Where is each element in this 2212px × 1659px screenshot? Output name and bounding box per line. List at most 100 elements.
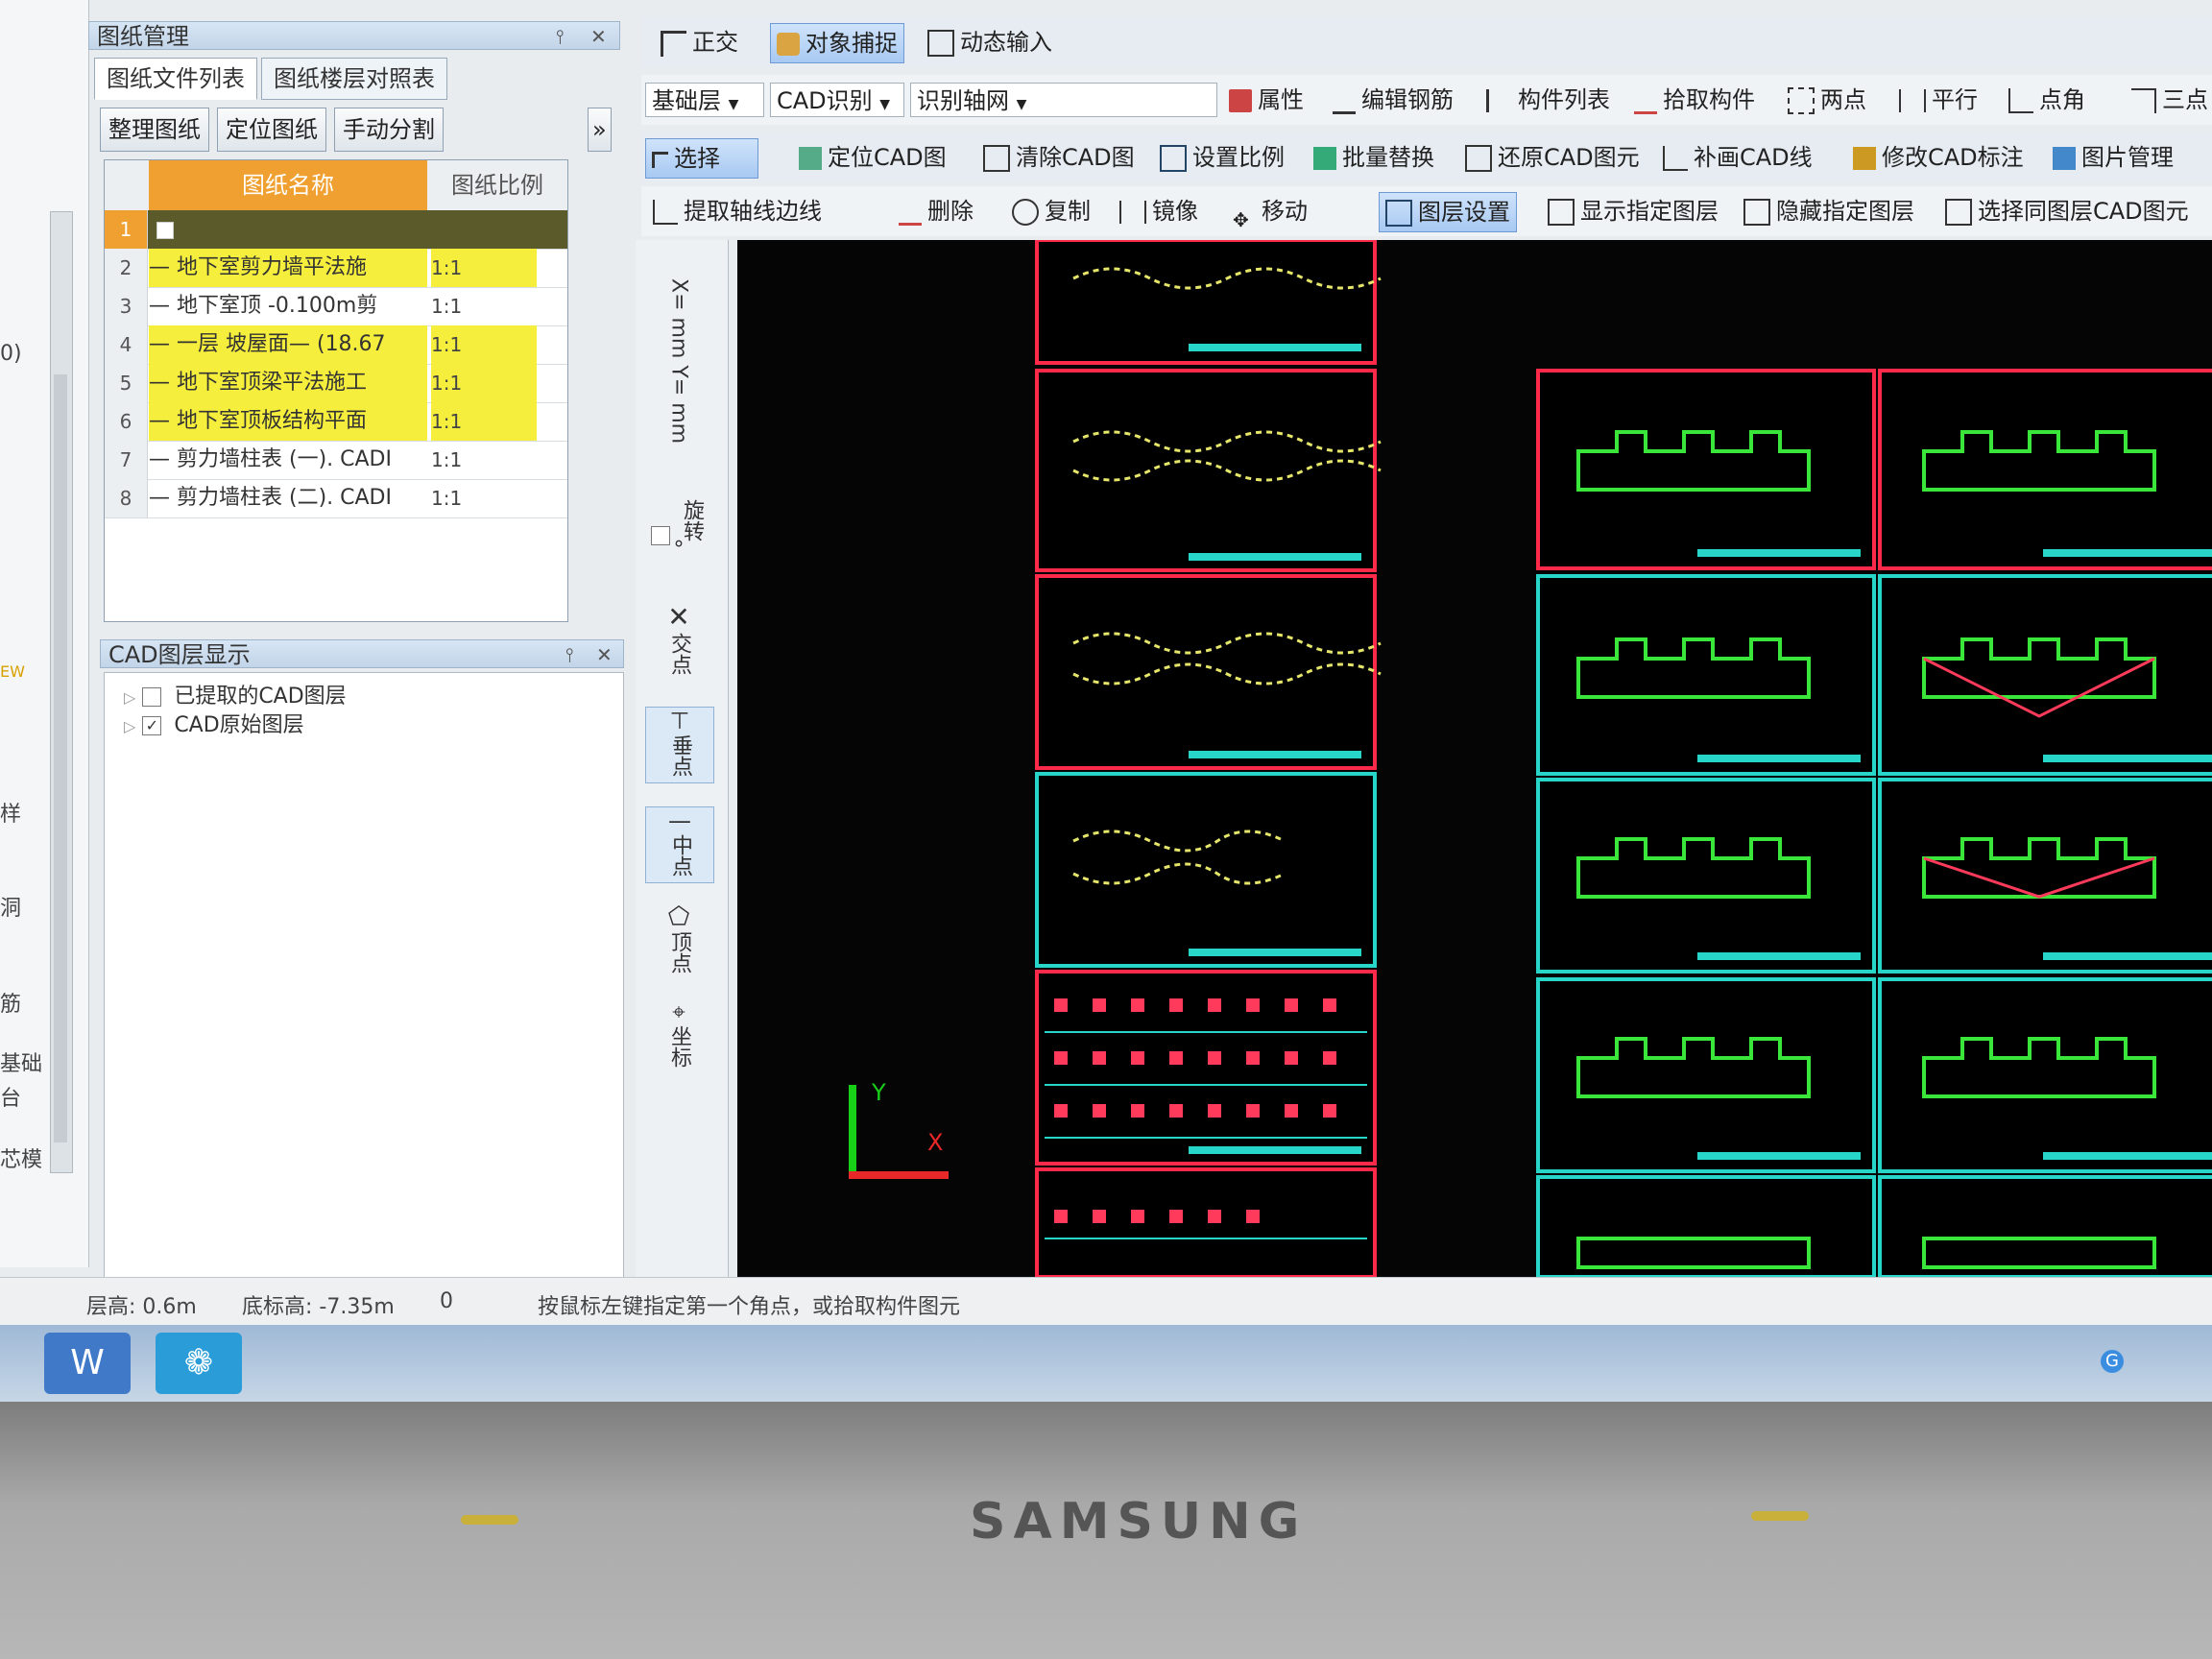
- pin-icon[interactable]: ⫯: [556, 22, 565, 51]
- manual-split-button[interactable]: 手动分割: [334, 108, 444, 152]
- clear-cad-button[interactable]: 清除CAD图: [983, 138, 1135, 177]
- floor-select[interactable]: 基础层 ▼: [645, 83, 764, 117]
- cad-canvas[interactable]: [737, 240, 2212, 1277]
- edit-rebar-label: 编辑钢筋: [1361, 86, 1454, 113]
- set-scale-button[interactable]: 设置比例: [1160, 138, 1285, 177]
- tab-drawing-list[interactable]: 图纸文件列表: [94, 58, 257, 100]
- edge-label[interactable]: 洞: [0, 891, 21, 922]
- checkbox[interactable]: [142, 687, 162, 707]
- locate-drawings-button[interactable]: 定位图纸: [217, 108, 326, 152]
- parallel-button[interactable]: 平行: [1899, 81, 1978, 119]
- dynamic-input-button[interactable]: 动态输入: [927, 23, 1052, 61]
- ortho-button[interactable]: 正交: [661, 23, 738, 61]
- edge-label[interactable]: 基础: [0, 1046, 42, 1077]
- three-point-button[interactable]: 三点: [2131, 81, 2208, 119]
- move-button[interactable]: ✥ 移动: [1233, 192, 1308, 231]
- restore-cad-button[interactable]: 还原CAD图元: [1465, 138, 1640, 177]
- object-snap-label: 对象捕捉: [805, 30, 898, 57]
- type-select[interactable]: 识别轴网 ▼: [910, 83, 1217, 117]
- table-row[interactable]: 2 — 地下室剪力墙平法施 1:1: [105, 249, 567, 288]
- locate-cad-button[interactable]: 定位CAD图: [799, 138, 947, 177]
- collapse-icon[interactable]: [149, 210, 427, 249]
- drawing-ratio[interactable]: 1:1: [431, 364, 537, 402]
- object-snap-button[interactable]: 对象捕捉: [770, 23, 904, 63]
- drawing-ratio[interactable]: 1:1: [431, 402, 537, 441]
- select-button[interactable]: 选择: [645, 138, 758, 179]
- table-row[interactable]: 7 — 剪力墙柱表 (一). CADI 1:1: [105, 441, 567, 480]
- batch-replace-button[interactable]: 批量替换: [1313, 138, 1434, 177]
- expand-icon[interactable]: ▷: [124, 688, 135, 707]
- properties-button[interactable]: 属性: [1229, 81, 1304, 119]
- table-row[interactable]: 8 — 剪力墙柱表 (二). CADI 1:1: [105, 479, 567, 518]
- close-icon[interactable]: ✕: [596, 640, 613, 669]
- draw-cad-line-button[interactable]: 补画CAD线: [1663, 138, 1813, 177]
- layer-item-original[interactable]: ▷ ✓ CAD原始图层: [124, 708, 304, 738]
- extract-axis-button[interactable]: 提取轴线边线: [653, 192, 822, 230]
- drawing-ratio[interactable]: 1:1: [431, 249, 537, 287]
- copy-button[interactable]: 复制: [1012, 192, 1091, 230]
- checkbox-checked[interactable]: ✓: [142, 716, 162, 735]
- left-scrollbar-thumb[interactable]: [54, 374, 67, 1142]
- drawing-ratio[interactable]: 1:1: [431, 441, 537, 479]
- tray-g-icon[interactable]: G: [2101, 1350, 2124, 1373]
- layer-settings-button[interactable]: 图层设置: [1379, 192, 1517, 232]
- monitor-screen: 0) EW 样 洞 筋 基础 台 芯模 图纸管理 ⫯ ✕ 图纸文件列表 图纸楼层…: [0, 0, 2212, 1402]
- drawing-name[interactable]: — 地下室顶 -0.100m剪: [149, 287, 427, 325]
- taskbar-app-w-icon[interactable]: W: [44, 1333, 131, 1394]
- edge-label[interactable]: 台: [0, 1081, 21, 1112]
- two-point-button[interactable]: 两点: [1788, 81, 1866, 119]
- organize-drawings-button[interactable]: 整理图纸: [100, 108, 209, 152]
- point-angle-button[interactable]: 点角: [2008, 81, 2085, 119]
- parallel-label: 平行: [1932, 86, 1978, 113]
- cad-drawing-sheets: [1035, 240, 2212, 1277]
- drawing-ratio[interactable]: 1:1: [431, 287, 537, 325]
- expand-chevron-icon[interactable]: »: [588, 108, 612, 152]
- snap-coordinate-button[interactable]: ⌖ 坐标: [645, 998, 712, 1073]
- edge-label[interactable]: 筋: [0, 987, 21, 1018]
- mode-select[interactable]: CAD识别 ▼: [770, 83, 904, 117]
- drawing-name[interactable]: — 剪力墙柱表 (二). CADI: [149, 479, 427, 517]
- edge-label[interactable]: 样: [0, 797, 21, 828]
- taskbar-app-gear-icon[interactable]: ❁: [156, 1333, 242, 1394]
- drawing-name[interactable]: — 剪力墙柱表 (一). CADI: [149, 441, 427, 479]
- table-row[interactable]: 3 — 地下室顶 -0.100m剪 1:1: [105, 287, 567, 326]
- table-row[interactable]: 5 — 地下室顶梁平法施工 1:1: [105, 364, 567, 403]
- properties-icon: [1229, 89, 1252, 112]
- drawing-name[interactable]: — 地下室顶板结构平面: [149, 402, 427, 441]
- select-same-layer-button[interactable]: 选择同图层CAD图元: [1945, 192, 2189, 230]
- pick-component-button[interactable]: 拾取构件: [1634, 81, 1755, 119]
- pin-icon[interactable]: ⫯: [565, 640, 574, 669]
- show-layer-button[interactable]: 显示指定图层: [1548, 192, 1719, 230]
- mirror-button[interactable]: 镜像: [1119, 192, 1198, 230]
- snap-perpendicular-button[interactable]: ⊤ 垂点: [645, 707, 714, 783]
- drawing-name[interactable]: — 地下室剪力墙平法施: [149, 249, 427, 287]
- three-point-label: 三点: [2162, 86, 2208, 113]
- table-row[interactable]: 4 — 一层 坡屋面— (18.67 1:1: [105, 325, 567, 365]
- drawing-name[interactable]: — 地下室顶梁平法施工: [149, 364, 427, 402]
- drawing-ratio[interactable]: 1:1: [431, 479, 537, 517]
- command-hint: 按鼠标左键指定第一个角点，或拾取构件图元: [538, 1295, 961, 1319]
- drawing-ratio[interactable]: 1:1: [431, 325, 537, 364]
- component-list-button[interactable]: 构件列表: [1486, 81, 1610, 119]
- snap-midpoint-button[interactable]: — 中点: [645, 806, 714, 883]
- drawing-name[interactable]: — 一层 坡屋面— (18.67: [149, 325, 427, 364]
- delete-button[interactable]: 删除: [899, 192, 974, 230]
- edge-label[interactable]: 芯模: [0, 1142, 42, 1173]
- snap-intersection-button[interactable]: ✕ 交点: [645, 601, 712, 681]
- close-icon[interactable]: ✕: [590, 22, 607, 51]
- table-row[interactable]: 1: [105, 210, 567, 250]
- table-row[interactable]: 6 — 地下室顶板结构平面 1:1: [105, 402, 567, 442]
- image-manage-button[interactable]: 图片管理: [2053, 138, 2174, 177]
- coordinate-icon: ⌖: [672, 998, 685, 1025]
- column-header-ratio[interactable]: 图纸比例: [427, 160, 567, 210]
- scale-icon: [1160, 145, 1187, 172]
- edit-rebar-button[interactable]: 编辑钢筋: [1333, 81, 1454, 119]
- tab-floor-mapping[interactable]: 图纸楼层对照表: [261, 58, 447, 100]
- layer-item-extracted[interactable]: ▷ 已提取的CAD图层: [124, 679, 347, 709]
- edit-cad-dim-button[interactable]: 修改CAD标注: [1853, 138, 2024, 177]
- draw-cad-line-label: 补画CAD线: [1694, 144, 1813, 171]
- expand-icon[interactable]: ▷: [124, 717, 135, 735]
- hide-layer-button[interactable]: 隐藏指定图层: [1743, 192, 1914, 230]
- column-header-name[interactable]: 图纸名称: [149, 160, 427, 210]
- snap-vertex-button[interactable]: ⬠ 顶点: [645, 902, 712, 979]
